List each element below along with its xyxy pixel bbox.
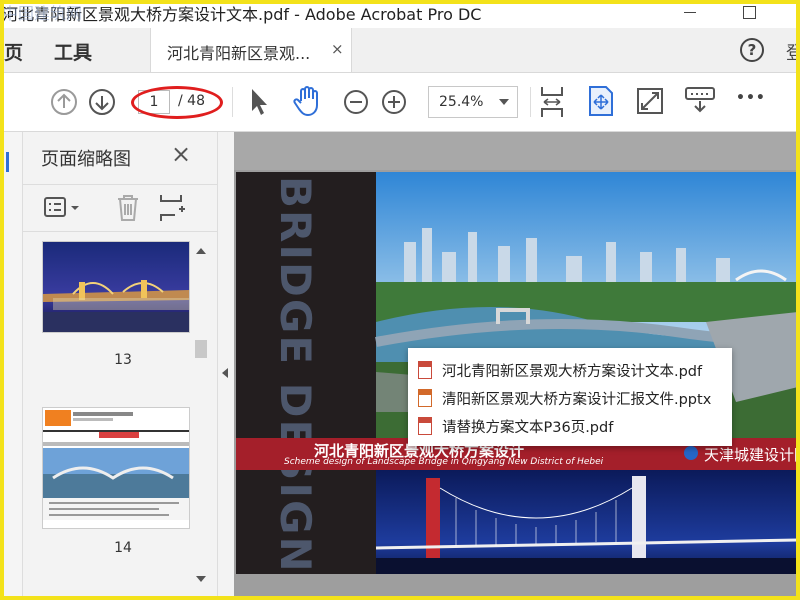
scrollbar-thumb[interactable] xyxy=(195,340,207,358)
select-cursor-icon[interactable] xyxy=(248,87,270,117)
chevron-down-icon xyxy=(499,99,509,105)
vertical-title: BRIDGE DESIGN xyxy=(271,176,320,574)
thumbnail-toolbar xyxy=(23,184,217,232)
page-thumbnail[interactable] xyxy=(43,408,189,528)
document-tab-label: 河北青阳新区景观... xyxy=(167,44,311,63)
highlight-circle xyxy=(131,86,223,119)
full-screen-icon[interactable] xyxy=(636,87,664,115)
minimize-button[interactable] xyxy=(678,6,702,22)
file-list-popup: 河北青阳新区景观大桥方案设计文本.pdf 清阳新区景观大桥方案设计汇报文件.pp… xyxy=(408,348,732,446)
file-name: 河北青阳新区景观大桥方案设计文本.pdf xyxy=(442,364,703,380)
zoom-dropdown[interactable]: 25.4% xyxy=(428,86,518,118)
panel-collapse-bar[interactable] xyxy=(217,132,234,600)
page-thumbnail[interactable] xyxy=(43,242,189,332)
menu-home[interactable]: 页 xyxy=(4,38,23,65)
zoom-in-icon[interactable] xyxy=(380,88,408,116)
fit-page-icon[interactable] xyxy=(586,85,616,117)
page-number-label: 14 xyxy=(114,540,132,556)
tab-bar: 页 工具 河北青阳新区景观... × ? 登 xyxy=(0,28,800,73)
pptx-file-icon xyxy=(418,389,432,407)
previous-page-icon[interactable] xyxy=(50,88,78,116)
sign-in-button[interactable]: 登 xyxy=(786,39,800,65)
pdf-file-icon xyxy=(418,361,432,379)
collapse-left-icon[interactable] xyxy=(222,368,228,378)
next-page-icon[interactable] xyxy=(88,88,116,116)
main-toolbar: 1 / 48 25.4% ••• xyxy=(0,73,800,132)
help-icon[interactable]: ? xyxy=(740,38,764,62)
page-number-label: 13 xyxy=(114,352,132,368)
fit-width-icon[interactable] xyxy=(538,85,566,119)
menu-tools[interactable]: 工具 xyxy=(54,38,92,65)
maximize-button[interactable] xyxy=(738,2,762,24)
zoom-value: 25.4% xyxy=(439,94,484,110)
zoom-out-icon[interactable] xyxy=(342,88,370,116)
company-logo-icon xyxy=(684,446,698,460)
insert-page-icon[interactable] xyxy=(157,193,189,223)
tab-close-icon[interactable]: × xyxy=(331,40,344,58)
hand-tool-icon[interactable] xyxy=(292,85,322,117)
keyboard-tool-icon[interactable] xyxy=(684,85,716,117)
banner-subtitle: Scheme design of Landscape Bridge in Qin… xyxy=(284,457,604,467)
scroll-up-icon[interactable] xyxy=(196,248,206,254)
title-bar: 河北青阳新区景观大桥方案设计文本.pdf - Adobe Acrobat Pro… xyxy=(0,0,800,28)
scroll-down-icon[interactable] xyxy=(196,576,206,582)
thumbnail-scrollbar[interactable] xyxy=(193,242,209,592)
toolbar-divider xyxy=(232,87,233,117)
navigation-pane xyxy=(0,132,23,600)
delete-page-icon[interactable] xyxy=(115,193,141,223)
options-menu-icon[interactable] xyxy=(43,195,83,221)
pdf-file-icon xyxy=(418,417,432,435)
document-tab[interactable]: 河北青阳新区景观... × xyxy=(150,28,352,72)
panel-title: 页面缩略图 xyxy=(41,149,131,170)
watermark-overlay: 中国建筑网 xyxy=(2,4,83,23)
file-name: 清阳新区景观大桥方案设计汇报文件.pptx xyxy=(442,392,712,408)
file-name: 请替换方案文本P36页.pdf xyxy=(442,420,614,436)
company-name: 天津城建设计院 xyxy=(704,446,798,464)
page-thumbnails-panel: 页面缩略图 × 13 14 xyxy=(23,132,217,600)
toolbar-divider xyxy=(530,87,531,117)
thumbnail-image xyxy=(43,242,189,332)
more-options-icon[interactable]: ••• xyxy=(736,90,766,106)
panel-close-icon[interactable]: × xyxy=(171,140,191,168)
active-pane-indicator xyxy=(6,152,9,172)
thumbnail-image xyxy=(43,408,189,528)
previous-page-strip xyxy=(234,132,800,170)
